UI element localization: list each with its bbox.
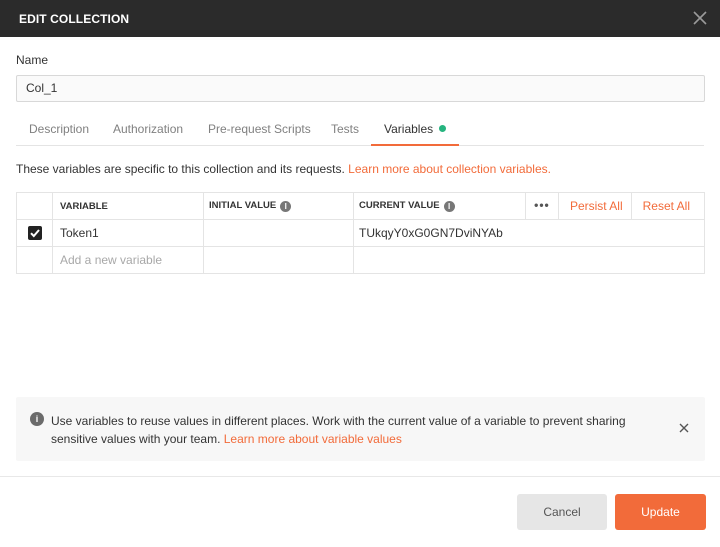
persist-all-button[interactable]: Persist All xyxy=(557,193,631,219)
new-row-checkbox-cell xyxy=(16,246,53,274)
variable-name-cell[interactable]: Token1 xyxy=(52,219,204,247)
cancel-button[interactable]: Cancel xyxy=(517,494,607,530)
checkmark-icon xyxy=(29,229,40,238)
tab-variables-label: Variables xyxy=(384,122,434,136)
collection-variables-link[interactable]: Learn more about collection variables. xyxy=(348,162,551,176)
collection-name-input[interactable]: Col_1 xyxy=(16,75,705,102)
tab-bar: Description Authorization Pre-request Sc… xyxy=(0,115,720,146)
table-row: Token1 TUkqyY0xG0GN7DviNYAb xyxy=(16,219,705,247)
name-label: Name xyxy=(16,53,49,67)
close-icon[interactable] xyxy=(679,423,689,433)
tab-authorization[interactable]: Authorization xyxy=(100,115,196,146)
row-enabled-checkbox[interactable] xyxy=(27,226,42,241)
tab-description[interactable]: Description xyxy=(16,115,102,146)
tab-variables[interactable]: Variables xyxy=(371,115,460,146)
initial-value-cell[interactable] xyxy=(203,219,354,247)
new-current-value-cell[interactable] xyxy=(353,246,705,274)
table-row-new: Add a new variable xyxy=(16,246,705,274)
info-icon[interactable]: i xyxy=(280,201,292,212)
reset-all-button[interactable]: Reset All xyxy=(630,193,704,219)
header-actions: ••• Persist All Reset All xyxy=(524,193,704,219)
notice-text: Use variables to reuse values in differe… xyxy=(51,412,651,448)
header-initial-value: INITIAL VALUE i xyxy=(203,192,354,220)
new-variable-input[interactable]: Add a new variable xyxy=(52,246,204,274)
header-variable: VARIABLE xyxy=(52,192,204,220)
footer-divider xyxy=(0,476,720,477)
header-current-value: CURRENT VALUE i ••• Persist All Reset All xyxy=(353,192,705,220)
update-button[interactable]: Update xyxy=(615,494,706,530)
variables-notice: i Use variables to reuse values in diffe… xyxy=(16,397,705,461)
tab-pre-request-scripts[interactable]: Pre-request Scripts xyxy=(195,115,324,146)
variables-table: VARIABLE INITIAL VALUE i CURRENT VALUE i •… xyxy=(16,192,705,274)
header-checkbox-cell xyxy=(16,192,53,220)
new-initial-value-cell[interactable] xyxy=(203,246,354,274)
dialog-titlebar: EDIT COLLECTION xyxy=(0,0,720,37)
current-value-cell[interactable]: TUkqyY0xG0GN7DviNYAb xyxy=(353,219,705,247)
info-icon[interactable]: i xyxy=(443,201,455,212)
variables-intro: These variables are specific to this col… xyxy=(16,162,551,176)
tab-tests[interactable]: Tests xyxy=(318,115,372,146)
status-dot-icon xyxy=(439,125,447,132)
header-initial-value-label: INITIAL VALUE xyxy=(209,200,277,211)
variable-values-link[interactable]: Learn more about variable values xyxy=(224,432,402,446)
header-current-value-label: CURRENT VALUE xyxy=(359,200,440,211)
row-checkbox-cell xyxy=(16,219,53,247)
dialog-title: EDIT COLLECTION xyxy=(19,11,130,26)
more-options-icon[interactable]: ••• xyxy=(524,193,558,219)
close-icon[interactable] xyxy=(691,9,709,27)
variables-intro-text: These variables are specific to this col… xyxy=(16,162,349,176)
info-icon: i xyxy=(30,412,44,426)
table-header-row: VARIABLE INITIAL VALUE i CURRENT VALUE i •… xyxy=(16,192,705,220)
